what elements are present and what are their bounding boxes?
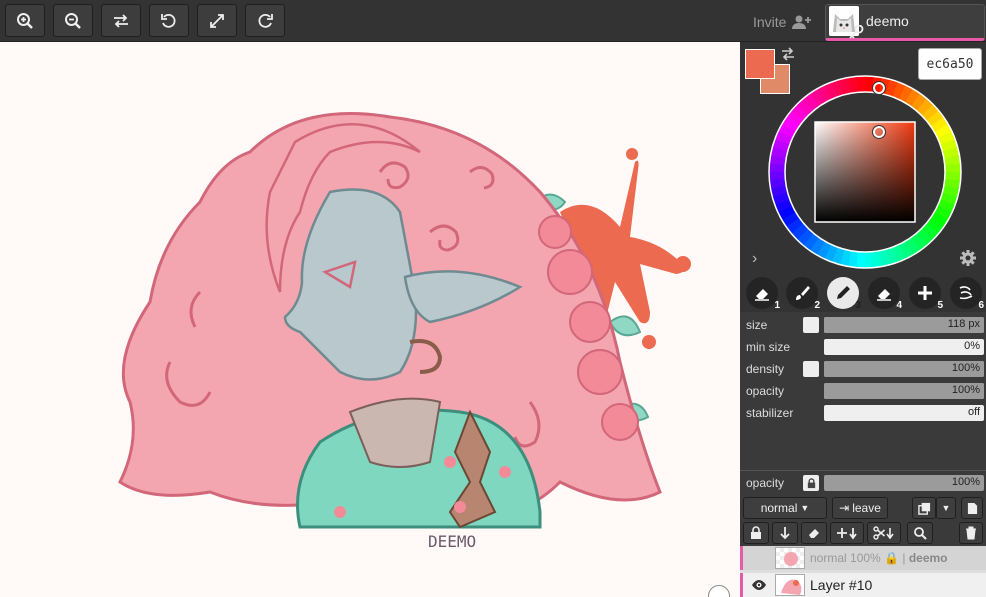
arrow-down-icon: [780, 527, 790, 540]
zoom-in-icon: [17, 12, 33, 29]
color-picker-panel: ec6a50 ›: [740, 42, 986, 274]
gear-icon[interactable]: [959, 249, 977, 267]
artwork: DEEMO: [118, 112, 691, 551]
size-label: size: [746, 318, 768, 332]
lock-icon: 🔒: [884, 551, 900, 565]
caret-down-icon: ▼: [941, 503, 951, 513]
lock-layer-button[interactable]: [743, 522, 769, 544]
layer-menu-button[interactable]: ▼: [936, 497, 956, 519]
layer-name: Layer #10: [810, 577, 873, 593]
leave-button[interactable]: ⇥ leave: [832, 497, 888, 519]
plus-icon: [918, 286, 932, 300]
brush-preset-6[interactable]: 6: [950, 277, 984, 311]
opacity-slider-row: opacity 100%: [740, 380, 986, 402]
plus-merge-icon: [837, 528, 857, 540]
artist-signature: DEEMO: [428, 532, 476, 551]
eraser-icon: [809, 529, 819, 538]
brush-tools: 1 2 3 4 5 6: [740, 274, 986, 312]
brush-preset-2[interactable]: 2: [786, 277, 820, 311]
eye-icon[interactable]: [751, 579, 767, 591]
eraser-icon: [755, 289, 769, 301]
search-icon: [914, 527, 927, 540]
cut-merge-button[interactable]: [867, 522, 901, 544]
eraser-icon: [877, 289, 891, 301]
rotate-ccw-icon: [161, 13, 176, 28]
top-toolbar: Invite deemo: [0, 0, 986, 42]
density-slider-row: density 100%: [740, 358, 986, 380]
pencil-icon: [837, 286, 850, 299]
layer-thumbnail: [775, 547, 805, 569]
layer-list: normal 100% 🔒 | deemo Layer #10: [740, 546, 986, 597]
username: deemo: [866, 13, 909, 29]
exit-icon: ⇥: [839, 501, 850, 515]
rotate-cw-icon: [258, 13, 273, 28]
duplicate-layer-button[interactable]: [912, 497, 936, 519]
lock-icon[interactable]: [803, 475, 819, 491]
color-wheel[interactable]: [767, 74, 963, 270]
fit-button[interactable]: [197, 4, 237, 37]
blend-mode-select[interactable]: normal ▼: [743, 497, 827, 519]
brush-sliders: size 118 px min size 0% density 100% opa…: [740, 314, 986, 424]
scissors-icon: [873, 526, 894, 540]
brush-icon: [796, 286, 810, 300]
user-badge[interactable]: deemo: [825, 4, 985, 41]
merge-down-button[interactable]: [772, 522, 798, 544]
zoom-out-icon: [65, 12, 81, 29]
layer-item-active[interactable]: Layer #10: [740, 573, 986, 597]
layer-operations: [740, 522, 986, 546]
brush-preset-1[interactable]: 1: [746, 277, 780, 311]
stabilizer-slider[interactable]: off: [824, 405, 984, 421]
add-merge-button[interactable]: [830, 522, 864, 544]
density-label: density: [746, 362, 785, 376]
layer-opacity-row: opacity 100%: [740, 470, 986, 494]
rotate-left-button[interactable]: [149, 4, 189, 37]
add-user-icon: [792, 15, 812, 29]
app-window: Invite deemo DEEMO ec6a50 › 1 2 3 4 5 6 …: [0, 0, 986, 597]
layer-opacity-slider[interactable]: 100%: [824, 475, 984, 491]
delete-layer-button[interactable]: [959, 522, 983, 544]
brush-opacity-slider[interactable]: 100%: [824, 383, 984, 399]
smudge-icon: [959, 286, 973, 300]
layer-thumbnail: [775, 574, 805, 596]
invite-button[interactable]: Invite: [753, 14, 812, 30]
stabilizer-slider-row: stabilizer off: [740, 402, 986, 424]
density-pressure-checkbox[interactable]: [803, 361, 819, 377]
new-layer-button[interactable]: [961, 497, 983, 519]
min-size-slider-row: min size 0%: [740, 336, 986, 358]
rotate-right-button[interactable]: [245, 4, 285, 37]
size-pressure-checkbox[interactable]: [803, 317, 819, 333]
drawing-canvas[interactable]: DEEMO: [0, 42, 740, 597]
file-icon: [967, 502, 977, 514]
size-slider-row: size 118 px: [740, 314, 986, 336]
flip-button[interactable]: [101, 4, 141, 37]
size-slider[interactable]: 118 px: [824, 317, 984, 333]
layer-meta: normal 100% 🔒 | deemo: [810, 551, 948, 565]
copy-icon: [917, 502, 930, 515]
caret-down-icon: ▼: [800, 503, 810, 513]
stabilizer-label: stabilizer: [746, 406, 794, 420]
brush-preset-4[interactable]: 4: [868, 277, 902, 311]
brush-preset-3[interactable]: 3: [827, 277, 861, 311]
layer-controls: normal ▼ ⇥ leave ▼: [740, 496, 986, 522]
brush-preset-5[interactable]: 5: [909, 277, 943, 311]
chevron-right-icon[interactable]: ›: [752, 250, 757, 268]
swap-colors-icon[interactable]: [780, 47, 796, 61]
swap-horizontal-icon: [114, 13, 128, 28]
min-size-label: min size: [746, 340, 791, 354]
layer-opacity-label: opacity: [746, 476, 785, 490]
trash-icon: [966, 526, 976, 540]
lock-icon: [751, 526, 761, 539]
key-icon: [849, 25, 864, 39]
right-panel: ec6a50 › 1 2 3 4 5 6 size 118 px min siz…: [740, 42, 986, 597]
expand-icon: [210, 13, 224, 28]
zoom-in-button[interactable]: [5, 4, 45, 37]
invite-label: Invite: [753, 14, 787, 30]
density-slider[interactable]: 100%: [824, 361, 984, 377]
zoom-out-button[interactable]: [53, 4, 93, 37]
search-layer-button[interactable]: [907, 522, 933, 544]
layer-item[interactable]: normal 100% 🔒 | deemo: [740, 546, 986, 570]
min-size-slider[interactable]: 0%: [824, 339, 984, 355]
opacity-label: opacity: [746, 384, 785, 398]
clear-layer-button[interactable]: [801, 522, 827, 544]
